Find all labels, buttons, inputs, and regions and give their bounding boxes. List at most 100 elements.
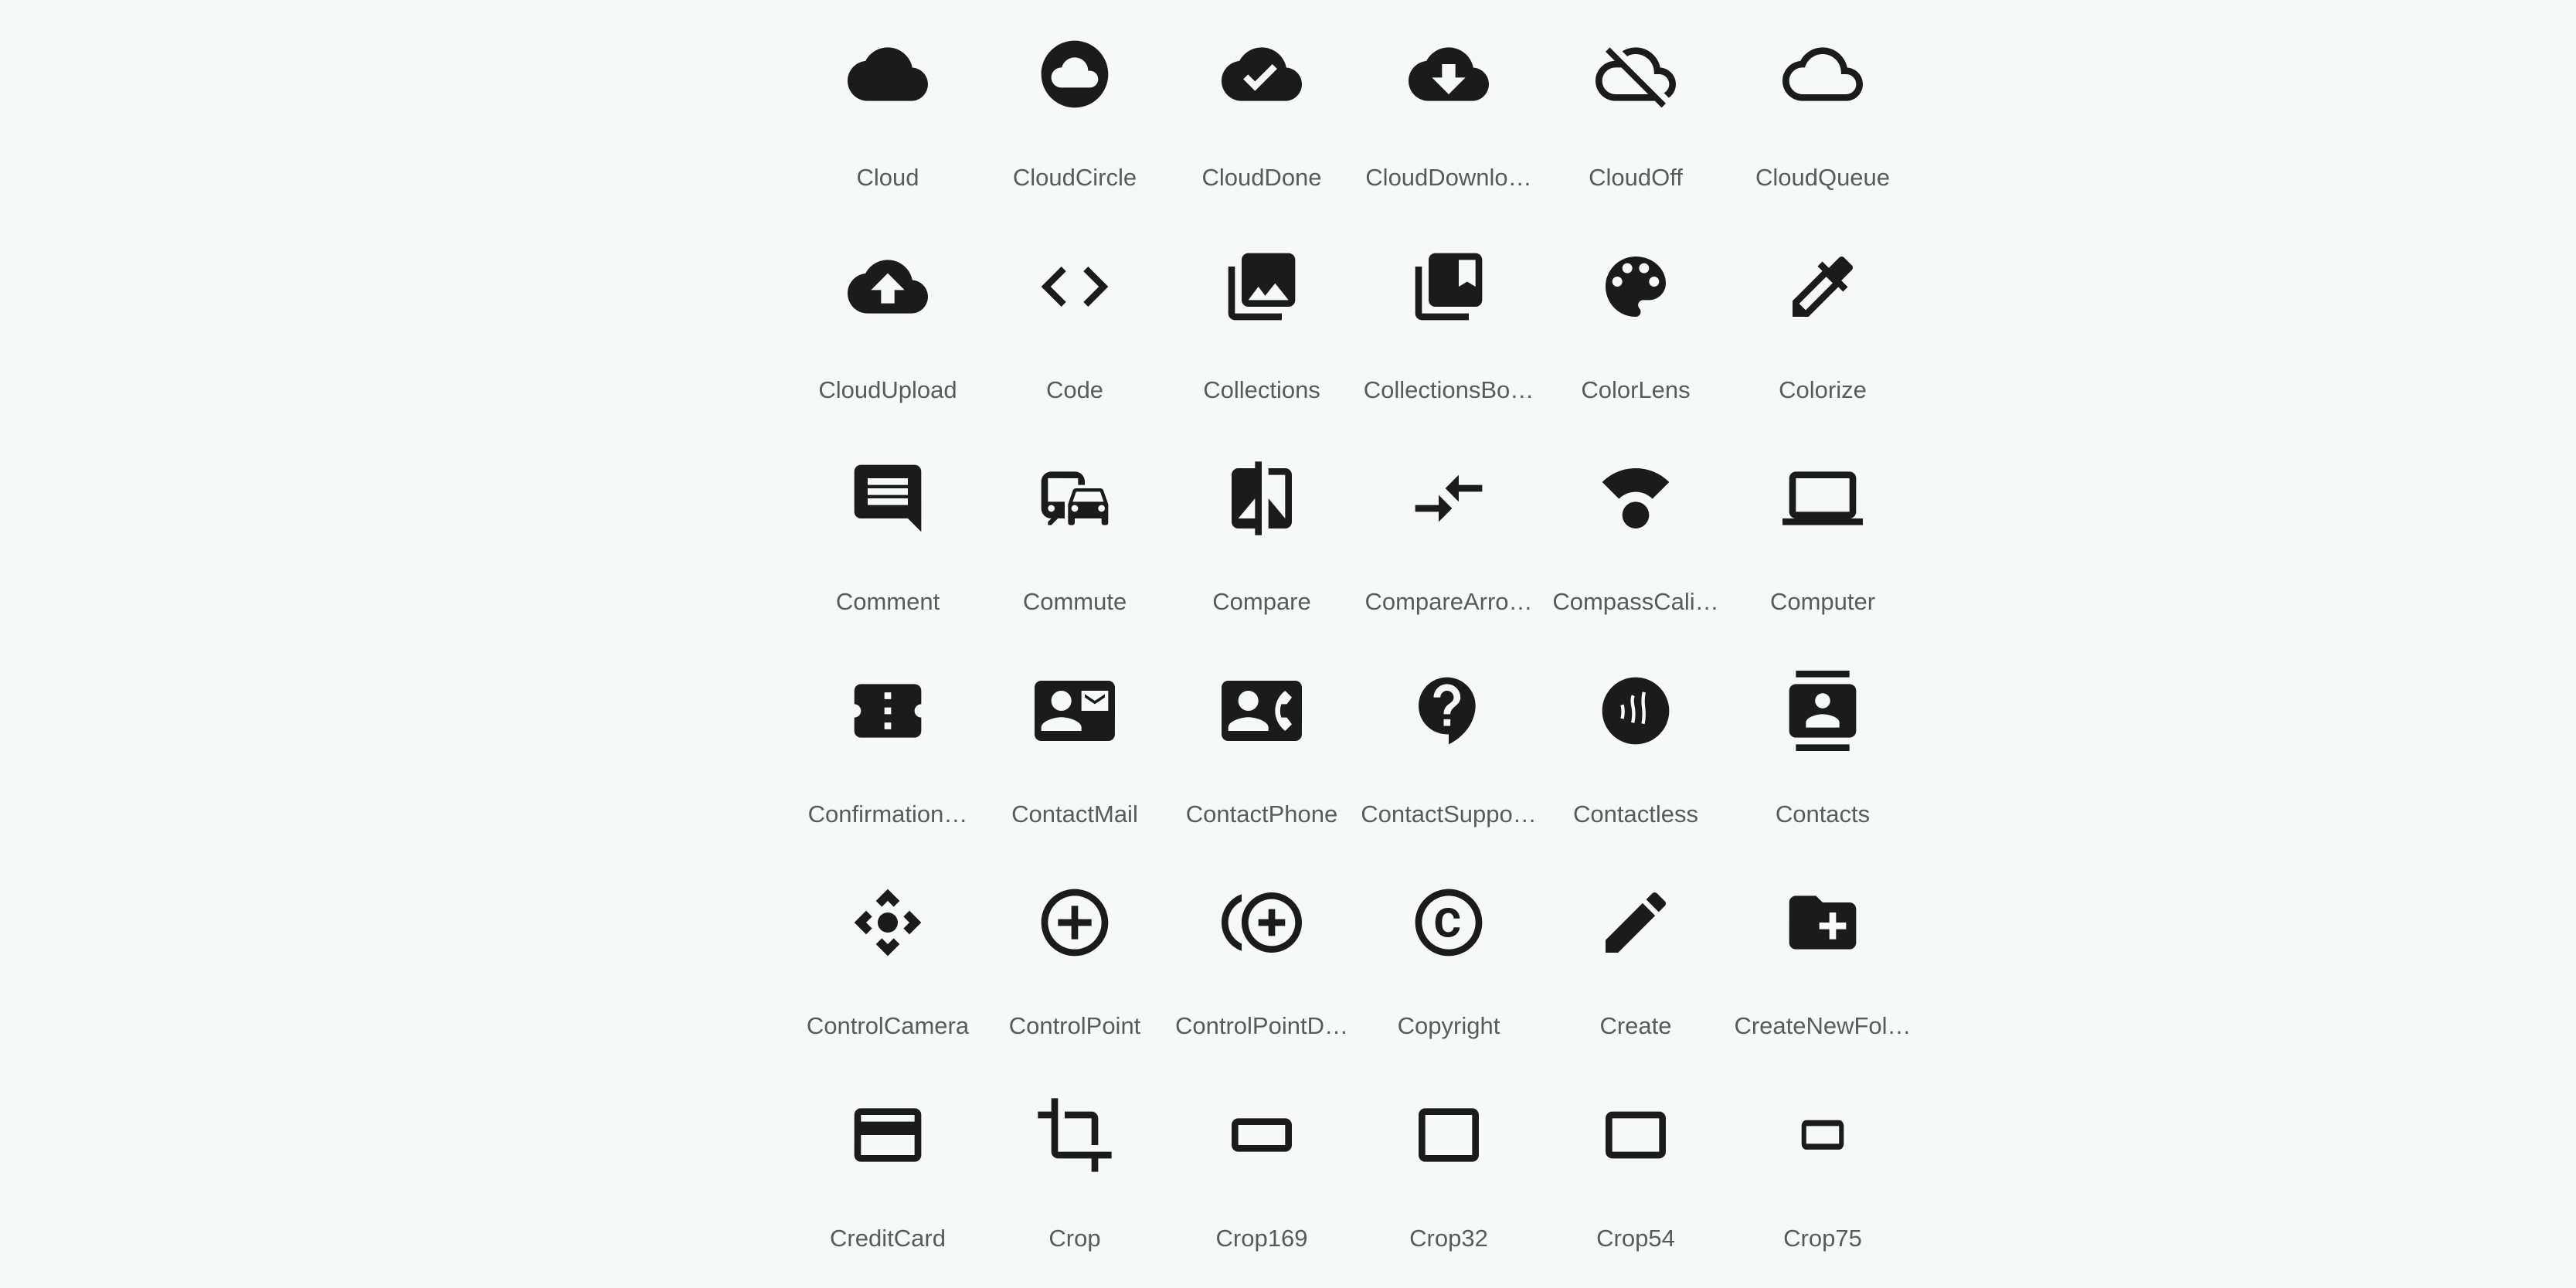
crop-icon [1035,1095,1115,1175]
create-icon [1596,882,1676,963]
contact-phone-icon [1222,671,1302,751]
icon-tile-computer[interactable]: Computer [1729,424,1916,636]
icon-tile-cloud-upload[interactable]: CloudUpload [794,212,981,424]
icon-label: Commute [1022,588,1127,616]
computer-icon [1782,458,1863,539]
icon-label: CreditCard [830,1224,946,1252]
color-lens-icon [1596,246,1676,327]
icon-label: Cloud [856,164,919,191]
icon-tile-create-new-folder[interactable]: CreateNewFol… [1729,848,1916,1060]
icon-label: CompareArro… [1364,588,1533,616]
icon-label: ControlPoint [1008,1012,1141,1040]
icon-label: CloudUpload [818,376,957,403]
crop-75-icon [1782,1095,1863,1175]
icon-tile-control-point-duplicate[interactable]: ControlPointD… [1168,848,1355,1060]
crop-169-icon [1222,1095,1302,1175]
icon-label: Compare [1212,588,1311,616]
icon-tile-contact-mail[interactable]: ContactMail [981,637,1168,848]
icon-tile-crop-75[interactable]: Crop75 [1729,1061,1916,1273]
icon-tile-compass-calibration[interactable]: CompassCali… [1542,424,1729,636]
icon-label: CloudCircle [1012,164,1137,191]
icon-label: Confirmation… [807,800,968,828]
icon-tile-cloud-circle[interactable]: CloudCircle [981,0,1168,212]
icon-tile-code[interactable]: Code [981,212,1168,424]
control-camera-icon [848,882,928,963]
create-new-folder-icon [1782,882,1863,963]
confirmation-number-icon [848,671,928,751]
compare-arrows-icon [1409,458,1489,539]
icon-tile-color-lens[interactable]: ColorLens [1542,212,1729,424]
comment-icon [848,458,928,539]
icon-label: ContactSuppo… [1361,800,1537,828]
icon-label: Code [1045,376,1104,403]
icon-label: ContactPhone [1185,800,1338,828]
icon-tile-contact-phone[interactable]: ContactPhone [1168,637,1355,848]
icon-tile-create[interactable]: Create [1542,848,1729,1060]
icon-tile-credit-card[interactable]: CreditCard [794,1061,981,1273]
cloud-upload-icon [848,246,928,327]
colorize-icon [1782,246,1863,327]
icon-tile-control-point[interactable]: ControlPoint [981,848,1168,1060]
cloud-queue-icon [1782,34,1863,114]
icon-label: ControlCamera [806,1012,970,1040]
icon-tile-crop-54[interactable]: Crop54 [1542,1061,1729,1273]
icon-label: Colorize [1779,376,1867,403]
contact-mail-icon [1035,671,1115,751]
icon-label: Computer [1769,588,1876,616]
contacts-icon [1782,670,1863,751]
icon-label: Collections [1203,376,1320,403]
icon-label: CreateNewFol… [1734,1012,1912,1040]
icon-label: Crop [1048,1224,1101,1252]
icon-tile-cloud-queue[interactable]: CloudQueue [1729,0,1916,212]
credit-card-icon [848,1095,928,1175]
icon-label: CompassCali… [1552,588,1719,616]
icon-tile-collections[interactable]: Collections [1168,212,1355,424]
icon-label: Crop75 [1783,1224,1862,1252]
icon-tile-confirmation-number[interactable]: Confirmation… [794,637,981,848]
collections-icon [1222,246,1302,327]
icon-tile-contact-support[interactable]: ContactSuppo… [1355,637,1542,848]
icon-tile-copyright[interactable]: Copyright [1355,848,1542,1060]
icon-label: CollectionsBo… [1363,376,1534,403]
icon-tile-cloud[interactable]: Cloud [794,0,981,212]
icon-tile-crop[interactable]: Crop [981,1061,1168,1273]
icon-tile-colorize[interactable]: Colorize [1729,212,1916,424]
icon-tile-cloud-off[interactable]: CloudOff [1542,0,1729,212]
control-point-icon [1035,882,1115,963]
icon-label: CloudDone [1201,164,1322,191]
icon-tile-contactless[interactable]: Contactless [1542,637,1729,848]
contactless-icon [1596,671,1676,751]
cloud-off-icon [1596,34,1676,114]
cloud-circle-icon [1035,34,1115,114]
crop-32-icon [1409,1095,1489,1175]
icon-label: CloudDownlo… [1365,164,1532,191]
compass-calibration-icon [1596,458,1676,539]
commute-icon [1035,458,1115,539]
icon-label: Contacts [1775,800,1871,828]
icon-label: Copyright [1397,1012,1500,1040]
icon-tile-compare[interactable]: Compare [1168,424,1355,636]
icon-label: Crop32 [1409,1224,1488,1252]
icon-tile-crop-169[interactable]: Crop169 [1168,1061,1355,1273]
icon-tile-collections-bookmark[interactable]: CollectionsBo… [1355,212,1542,424]
icon-tile-compare-arrows[interactable]: CompareArro… [1355,424,1542,636]
icon-label: ColorLens [1581,376,1691,403]
icon-label: Create [1599,1012,1672,1040]
icon-label: Crop54 [1596,1224,1675,1252]
icon-tile-comment[interactable]: Comment [794,424,981,636]
compare-icon [1222,458,1302,539]
icon-tile-crop-32[interactable]: Crop32 [1355,1061,1542,1273]
copyright-icon [1409,882,1489,963]
icon-tile-control-camera[interactable]: ControlCamera [794,848,981,1060]
cloud-download-icon [1409,34,1489,114]
icon-tile-cloud-done[interactable]: CloudDone [1168,0,1355,212]
icon-label: CloudOff [1589,164,1683,191]
icon-tile-commute[interactable]: Commute [981,424,1168,636]
cloud-done-icon [1222,34,1302,114]
icon-tile-cloud-download[interactable]: CloudDownlo… [1355,0,1542,212]
icon-label: Contactless [1573,800,1698,828]
contact-support-icon [1409,671,1489,751]
icon-label: Crop169 [1215,1224,1308,1252]
code-icon [1035,246,1115,327]
icon-tile-contacts[interactable]: Contacts [1729,637,1916,848]
